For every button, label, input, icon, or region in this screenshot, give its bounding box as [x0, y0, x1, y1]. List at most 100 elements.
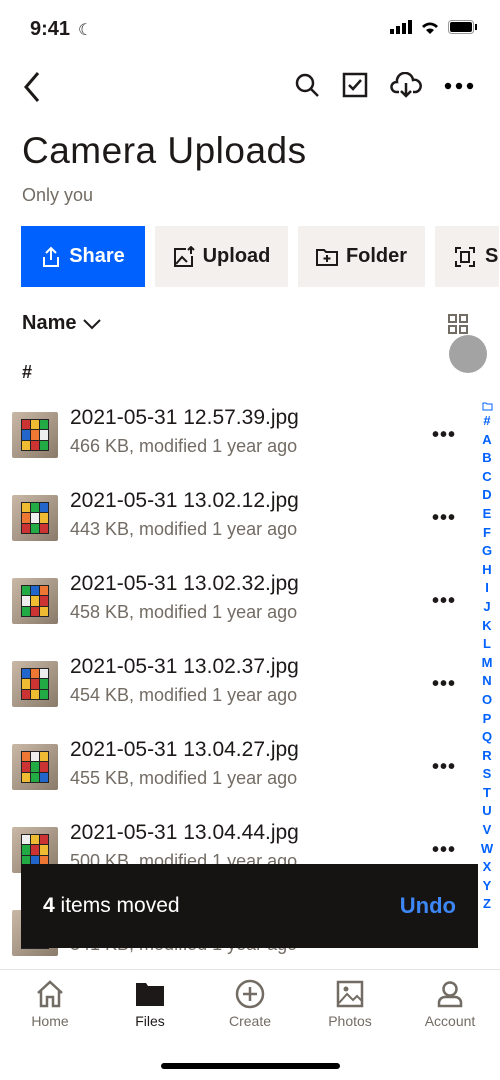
index-letter[interactable]: Z [481, 895, 493, 914]
index-letter[interactable]: F [481, 524, 493, 543]
index-letter[interactable]: B [481, 449, 493, 468]
index-letter[interactable]: # [481, 412, 493, 431]
moved-count: 4 [43, 894, 55, 917]
scan-button[interactable]: S [435, 226, 499, 287]
file-more-button[interactable]: ••• [432, 673, 456, 696]
moon-icon: ☾ [78, 22, 93, 39]
file-name: 2021-05-31 12.57.39.jpg [70, 406, 299, 429]
upload-label: Upload [202, 245, 271, 267]
index-letter[interactable]: S [481, 765, 493, 784]
file-more-button[interactable]: ••• [432, 839, 456, 862]
folder-icon [136, 983, 164, 1006]
index-letter[interactable]: R [481, 747, 493, 766]
index-letter[interactable]: X [481, 858, 493, 877]
file-thumbnail [12, 661, 58, 707]
index-letter[interactable]: C [481, 468, 493, 487]
file-name: 2021-05-31 13.02.37.jpg [70, 655, 299, 678]
page-title: Camera Uploads [22, 130, 307, 171]
file-row[interactable]: 2021-05-31 12.57.39.jpg 466 KB, modified… [0, 406, 470, 495]
file-name: 2021-05-31 13.02.12.jpg [70, 489, 299, 512]
search-icon[interactable] [294, 72, 320, 98]
file-more-button[interactable]: ••• [432, 507, 456, 530]
index-letter[interactable]: H [481, 561, 493, 580]
status-bar: 9:41 ☾ [0, 0, 500, 60]
home-icon [37, 980, 63, 1008]
tab-label: Home [31, 1013, 69, 1029]
tab-files[interactable]: Files [100, 970, 200, 1039]
scroll-handle[interactable] [449, 335, 487, 373]
tab-photos[interactable]: Photos [300, 970, 400, 1039]
alphabet-index[interactable]: # A B C D E F G H I J K L M N O P Q R S T U V W X Y Z [480, 402, 494, 914]
toast-text: items moved [54, 894, 180, 917]
clock: 9:41 [30, 18, 71, 40]
grid-view-icon[interactable] [448, 314, 468, 334]
index-letter[interactable]: N [481, 672, 493, 691]
file-row[interactable]: 2021-05-31 13.04.27.jpg 455 KB, modified… [0, 738, 470, 827]
file-row[interactable]: 2021-05-31 13.02.32.jpg 458 KB, modified… [0, 572, 470, 661]
chevron-down-icon [83, 318, 102, 329]
index-letter[interactable]: P [481, 710, 493, 729]
file-meta: 458 KB, modified 1 year ago [70, 602, 298, 622]
back-button[interactable] [22, 70, 42, 104]
file-meta: 443 KB, modified 1 year ago [70, 519, 298, 539]
index-letter[interactable]: G [481, 542, 493, 561]
index-letter[interactable]: L [481, 635, 493, 654]
toast-notification: 4 items moved Undo [21, 864, 478, 948]
signal-icon [390, 20, 412, 34]
file-meta: 466 KB, modified 1 year ago [70, 436, 298, 456]
file-thumbnail [12, 578, 58, 624]
tab-account[interactable]: Account [400, 970, 500, 1039]
index-letter[interactable]: J [481, 598, 493, 617]
index-letter[interactable]: U [481, 802, 493, 821]
upload-photo-icon [173, 245, 195, 267]
index-letter[interactable]: O [481, 691, 493, 710]
share-label: Share [69, 245, 125, 267]
index-letter[interactable]: I [481, 579, 493, 598]
plus-circle-icon [235, 979, 265, 1009]
file-name: 2021-05-31 13.04.44.jpg [70, 821, 299, 844]
sort-label: Name [22, 312, 77, 334]
tab-bar: Home Files Create Photos Account [0, 969, 500, 1039]
share-icon [43, 246, 60, 267]
scan-icon [455, 246, 475, 267]
account-icon [437, 981, 463, 1008]
select-checkbox-icon[interactable] [342, 72, 368, 98]
sharing-subtitle: Only you [22, 185, 94, 205]
photos-icon [336, 980, 364, 1008]
tab-home[interactable]: Home [0, 970, 100, 1039]
tab-label: Account [424, 1013, 476, 1029]
file-more-button[interactable]: ••• [432, 590, 456, 613]
undo-button[interactable]: Undo [400, 893, 456, 919]
index-letter[interactable]: E [481, 505, 493, 524]
file-meta: 455 KB, modified 1 year ago [70, 768, 298, 788]
sort-by-name-button[interactable]: Name [22, 312, 102, 335]
cloud-download-icon[interactable] [390, 72, 422, 98]
index-letter[interactable]: V [481, 821, 493, 840]
folder-label: Folder [345, 245, 408, 267]
file-more-button[interactable]: ••• [432, 756, 456, 779]
tab-label: Files [135, 1013, 165, 1029]
file-more-button[interactable]: ••• [432, 424, 456, 447]
file-row[interactable]: 2021-05-31 13.02.37.jpg 454 KB, modified… [0, 655, 470, 744]
section-header: # [22, 362, 33, 382]
index-letter[interactable]: T [481, 784, 493, 803]
file-row[interactable]: 2021-05-31 13.02.12.jpg 443 KB, modified… [0, 489, 470, 578]
index-letter[interactable]: K [481, 617, 493, 636]
more-options-icon[interactable] [444, 72, 474, 98]
file-name: 2021-05-31 13.02.32.jpg [70, 572, 299, 595]
index-letter[interactable]: D [481, 486, 493, 505]
index-letter[interactable]: A [481, 431, 493, 450]
upload-button[interactable]: Upload [155, 226, 288, 287]
index-letter[interactable]: Y [481, 877, 493, 896]
index-letter[interactable]: W [481, 840, 493, 859]
index-letter[interactable]: Q [481, 728, 493, 747]
battery-icon [448, 20, 477, 34]
file-name: 2021-05-31 13.04.27.jpg [70, 738, 299, 761]
toast-message: 4 items moved [43, 894, 180, 918]
new-folder-button[interactable]: Folder [298, 226, 425, 287]
index-letter[interactable]: M [481, 654, 493, 673]
share-button[interactable]: Share [21, 226, 145, 287]
file-thumbnail [12, 412, 58, 458]
tab-create[interactable]: Create [200, 970, 300, 1039]
file-thumbnail [12, 495, 58, 541]
